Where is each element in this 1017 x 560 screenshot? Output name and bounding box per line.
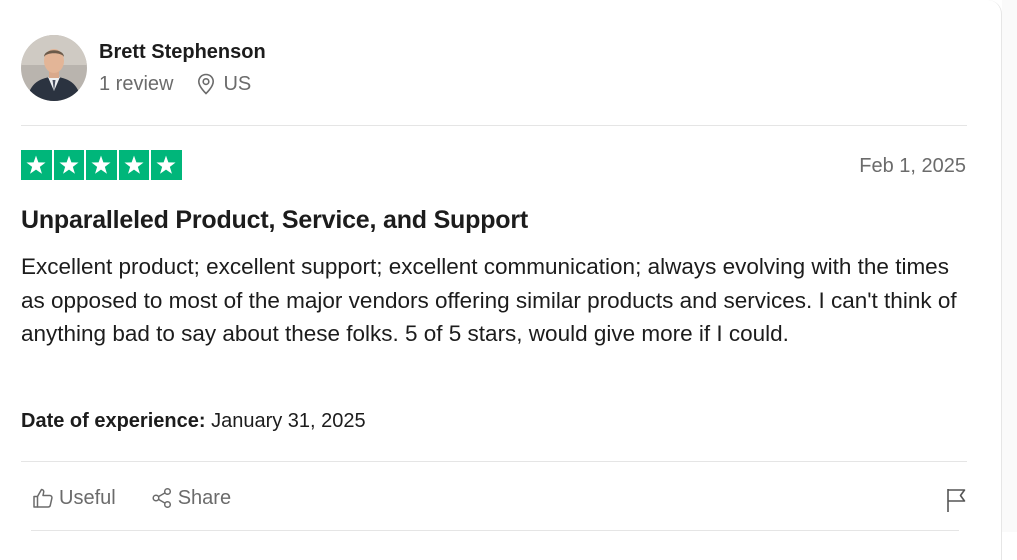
review-date: Feb 1, 2025 <box>859 155 966 177</box>
flag-icon <box>945 487 967 513</box>
review-count: 1 review <box>99 73 174 95</box>
star-icon <box>91 155 111 174</box>
star-5 <box>151 150 182 180</box>
review-actions: Useful Share <box>31 485 231 511</box>
experience-label: Date of experience: <box>21 410 206 432</box>
share-icon <box>150 486 174 510</box>
star-rating <box>21 150 182 180</box>
star-1 <box>21 150 52 180</box>
date-of-experience: Date of experience: January 31, 2025 <box>21 408 366 434</box>
report-flag-button[interactable] <box>944 487 968 513</box>
star-4 <box>118 150 149 180</box>
reviewer-name[interactable]: Brett Stephenson <box>99 39 266 65</box>
review-body: Excellent product; excellent support; ex… <box>21 254 957 346</box>
page-background <box>1002 0 1017 532</box>
useful-button[interactable]: Useful <box>31 485 116 511</box>
review-title[interactable]: Unparalleled Product, Service, and Suppo… <box>21 204 528 236</box>
star-icon <box>156 155 176 174</box>
reviewer-meta: 1 review US <box>99 71 266 97</box>
footer-divider <box>21 461 967 462</box>
share-button[interactable]: Share <box>150 485 231 511</box>
avatar[interactable] <box>21 35 87 101</box>
star-3 <box>86 150 117 180</box>
location-pin-icon <box>197 73 215 95</box>
star-icon <box>26 155 46 174</box>
star-icon <box>59 155 79 174</box>
bottom-edge <box>31 530 959 531</box>
header-divider <box>21 125 967 126</box>
reviewer-info: Brett Stephenson 1 review US <box>99 39 266 97</box>
reviewer-country: US <box>223 73 252 95</box>
star-2 <box>53 150 84 180</box>
share-label: Share <box>177 487 232 509</box>
star-icon <box>124 155 144 174</box>
useful-label: Useful <box>59 487 116 509</box>
thumbs-up-icon <box>31 486 55 510</box>
reviewer-header: Brett Stephenson 1 review US <box>21 35 266 101</box>
experience-date: January 31, 2025 <box>211 410 366 432</box>
